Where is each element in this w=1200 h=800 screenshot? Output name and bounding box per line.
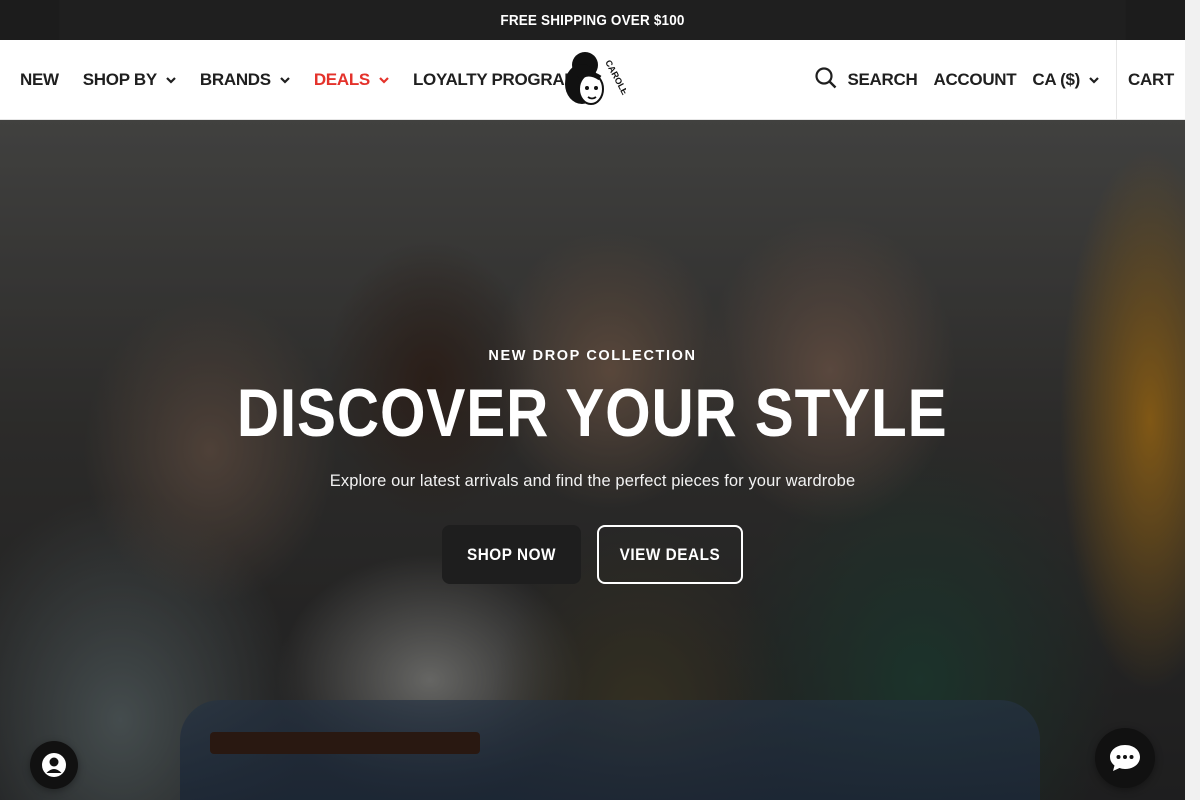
page-scrollbar[interactable] bbox=[1185, 0, 1200, 800]
hero-headline: DISCOVER YOUR STYLE bbox=[237, 375, 948, 451]
chevron-down-icon bbox=[379, 76, 389, 84]
hero-eyebrow: NEW DROP COLLECTION bbox=[488, 348, 697, 364]
nav-item-label: SHOP BY bbox=[82, 70, 157, 89]
nav-item-label: LOYALTY PROGRAM bbox=[412, 70, 579, 89]
account-label: ACCOUNT bbox=[933, 70, 1017, 89]
chat-dots-icon[interactable] bbox=[1095, 728, 1155, 788]
main-nav: NEW SHOP BY BRANDS DEALS LOYALTY PROGRAM bbox=[20, 40, 578, 120]
nav-item-brands[interactable]: BRANDS bbox=[200, 70, 290, 90]
utility-nav: SEARCH ACCOUNT CA ($) bbox=[815, 40, 1099, 120]
nav-item-loyalty-program[interactable]: LOYALTY PROGRAM bbox=[412, 70, 579, 90]
currency-selector[interactable]: CA ($) bbox=[1032, 70, 1099, 90]
shop-now-button[interactable]: SHOP NOW bbox=[442, 525, 581, 584]
search-icon bbox=[815, 66, 837, 94]
user-circle-icon[interactable] bbox=[30, 741, 78, 789]
hero-banner: NEW DROP COLLECTION DISCOVER YOUR STYLE … bbox=[0, 120, 1185, 800]
nav-item-label: BRANDS bbox=[199, 70, 271, 89]
search-button[interactable]: SEARCH bbox=[815, 66, 918, 94]
nav-item-deals[interactable]: DEALS bbox=[314, 70, 389, 90]
cart-button[interactable]: CART bbox=[1116, 40, 1185, 120]
carole-logo[interactable]: CAROLE bbox=[560, 48, 630, 112]
announcement-bar: FREE SHIPPING OVER $100 bbox=[59, 0, 1126, 40]
chevron-down-icon bbox=[280, 76, 290, 84]
nav-item-shop-by[interactable]: SHOP BY bbox=[83, 70, 176, 90]
hero-subtext: Explore our latest arrivals and find the… bbox=[329, 472, 856, 490]
view-deals-button[interactable]: VIEW DEALS bbox=[597, 525, 743, 584]
nav-item-label: NEW bbox=[20, 70, 59, 89]
account-link[interactable]: ACCOUNT bbox=[933, 70, 1016, 90]
hero-cta-row: SHOP NOW VIEW DEALS bbox=[442, 525, 743, 584]
nav-item-new[interactable]: NEW bbox=[20, 70, 59, 90]
view-deals-label: VIEW DEALS bbox=[619, 544, 721, 564]
hero-content: NEW DROP COLLECTION DISCOVER YOUR STYLE … bbox=[0, 120, 1185, 800]
shop-now-label: SHOP NOW bbox=[466, 544, 557, 564]
announcement-text: FREE SHIPPING OVER $100 bbox=[500, 11, 685, 29]
chevron-down-icon bbox=[1089, 76, 1099, 84]
chevron-down-icon bbox=[166, 76, 176, 84]
svg-text:CAROLE: CAROLE bbox=[603, 58, 626, 96]
search-label: SEARCH bbox=[847, 70, 918, 89]
cart-label: CART bbox=[1127, 70, 1174, 89]
currency-label: CA ($) bbox=[1032, 70, 1080, 89]
nav-item-label: DEALS bbox=[313, 70, 370, 89]
site-header: NEW SHOP BY BRANDS DEALS LOYALTY PROGRAM bbox=[0, 40, 1185, 120]
